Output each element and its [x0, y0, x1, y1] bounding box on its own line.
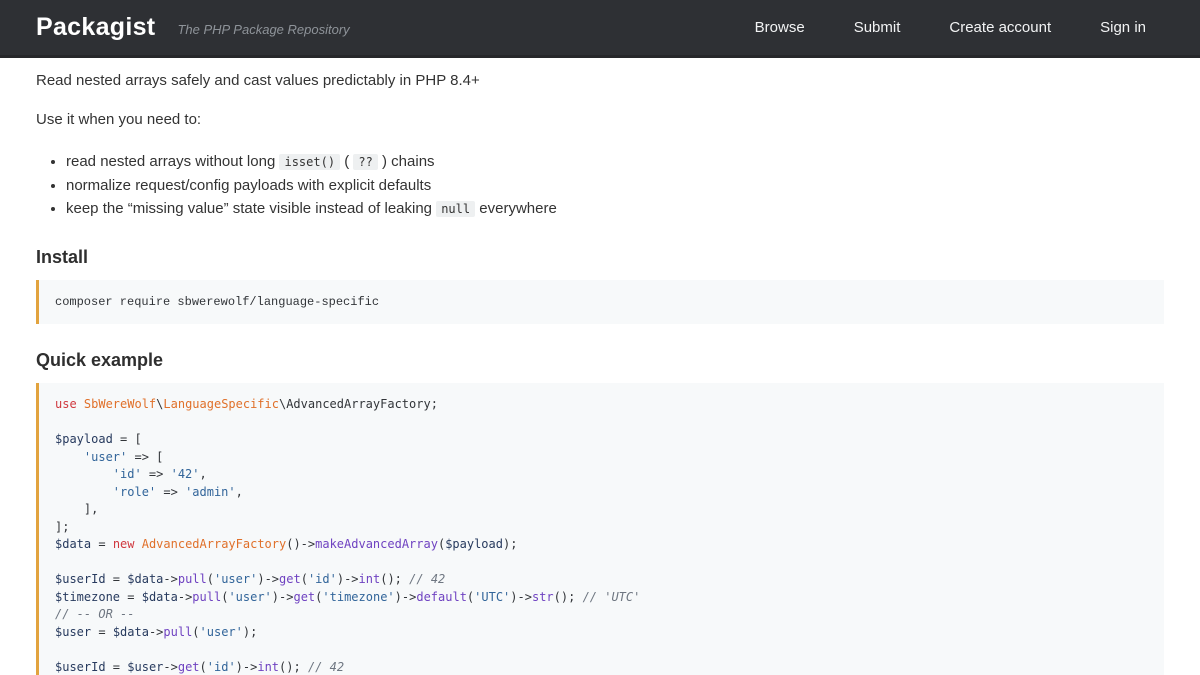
use-when-paragraph: Use it when you need to: — [36, 111, 1164, 128]
nav-link-create-account[interactable]: Create account — [949, 19, 1051, 36]
brand-logo[interactable]: Packagist — [36, 13, 155, 42]
code-line: $timezone = $data->pull('user')->get('ti… — [55, 589, 1148, 607]
use-case-list: read nested arrays without long isset() … — [36, 150, 1164, 221]
inline-code: ?? — [353, 154, 377, 170]
code-line: use SbWereWolf\LanguageSpecific\Advanced… — [55, 396, 1148, 414]
code-line: ], — [55, 501, 1148, 519]
code-line: $payload = [ — [55, 431, 1148, 449]
code-line: // -- OR -- — [55, 606, 1148, 624]
code-line: 'id' => '42', — [55, 466, 1148, 484]
code-line — [55, 641, 1148, 659]
inline-code: null — [436, 201, 475, 217]
readme-content: Read nested arrays safely and cast value… — [0, 58, 1200, 675]
nav-link-submit[interactable]: Submit — [854, 19, 901, 36]
code-line: ]; — [55, 519, 1148, 537]
intro-paragraph: Read nested arrays safely and cast value… — [36, 72, 1164, 89]
brand-tagline: The PHP Package Repository — [177, 22, 349, 37]
code-line: $data = new AdvancedArrayFactory()->make… — [55, 536, 1148, 554]
code-line — [55, 554, 1148, 572]
code-line: 'user' => [ — [55, 449, 1148, 467]
code-line: 'role' => 'admin', — [55, 484, 1148, 502]
use-case-item: keep the “missing value” state visible i… — [66, 197, 1164, 221]
install-heading: Install — [36, 247, 1164, 268]
code-line: $userId = $data->pull('user')->get('id')… — [55, 571, 1148, 589]
example-code-block[interactable]: use SbWereWolf\LanguageSpecific\Advanced… — [36, 383, 1164, 675]
use-case-item: normalize request/config payloads with e… — [66, 174, 1164, 198]
use-case-item: read nested arrays without long isset() … — [66, 150, 1164, 174]
code-line: $userId = $user->get('id')->int(); // 42 — [55, 659, 1148, 675]
install-command: composer require sbwerewolf/language-spe… — [55, 295, 379, 309]
example-heading: Quick example — [36, 350, 1164, 371]
nav-link-sign-in[interactable]: Sign in — [1100, 19, 1146, 36]
header: Packagist The PHP Package Repository Bro… — [0, 0, 1200, 58]
main-nav: Browse Submit Create account Sign in — [755, 19, 1146, 36]
code-line: $user = $data->pull('user'); — [55, 624, 1148, 642]
nav-link-browse[interactable]: Browse — [755, 19, 805, 36]
code-line — [55, 414, 1148, 432]
install-code-block[interactable]: composer require sbwerewolf/language-spe… — [36, 280, 1164, 325]
inline-code: isset() — [279, 154, 340, 170]
